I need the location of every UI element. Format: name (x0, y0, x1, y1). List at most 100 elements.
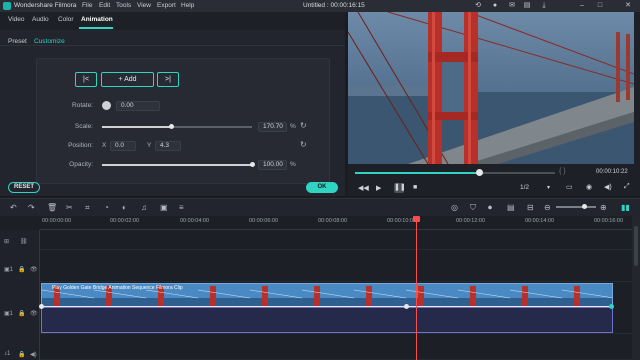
tab-color[interactable]: Color (58, 16, 74, 23)
speed-icon[interactable]: ◔ (104, 203, 109, 212)
redo-icon[interactable]: ↷ (28, 203, 35, 212)
keyframe-dot[interactable] (39, 304, 44, 309)
cart-icon[interactable]: ▤ (523, 2, 531, 10)
lock-icon[interactable]: 🔒 (18, 351, 25, 358)
track-row[interactable] (40, 230, 632, 250)
mic-icon[interactable]: ⏺ (488, 203, 492, 213)
add-track-icon[interactable]: ⊞ (4, 238, 9, 245)
screen-icon[interactable]: ▭ (566, 183, 573, 191)
scale-slider-knob[interactable] (169, 124, 174, 129)
render-icon[interactable]: ◎ (451, 203, 458, 212)
menu-edit[interactable]: Edit (99, 2, 110, 9)
active-tab-indicator (79, 27, 113, 29)
zoom-slider-knob[interactable] (582, 204, 587, 209)
position-x-input[interactable]: 0.0 (110, 141, 136, 151)
sync-icon[interactable]: ⟲ (474, 2, 482, 10)
close-icon[interactable]: ✕ (624, 2, 632, 10)
audio-track-icon: ♪1 (4, 351, 11, 357)
tab-audio[interactable]: Audio (32, 16, 49, 23)
zoom-out-icon[interactable]: ⊖ (544, 203, 551, 212)
minimize-icon[interactable]: – (578, 2, 586, 10)
track-row[interactable] (40, 250, 632, 282)
subtab-customize[interactable]: Customize (34, 38, 65, 45)
link-icon[interactable]: ⛓ (20, 238, 28, 245)
step-back-icon[interactable]: ◀◀ (358, 184, 369, 192)
zoom-slider[interactable] (556, 206, 596, 208)
prev-keyframe-button[interactable]: |< (75, 72, 97, 87)
eye-icon[interactable]: 👁 (30, 266, 38, 273)
mail-icon[interactable]: ✉ (508, 2, 516, 10)
cut-icon[interactable]: ✂ (66, 203, 73, 212)
tab-video[interactable]: Video (8, 16, 25, 23)
menu-file[interactable]: File (82, 2, 92, 9)
ok-button[interactable]: OK (306, 182, 338, 193)
video-clip[interactable]: Play Golden Gate Bridge Animation Sequen… (41, 283, 613, 307)
scale-reset-icon[interactable]: ↻ (300, 121, 307, 130)
volume-icon[interactable]: ◀) (604, 183, 612, 191)
timeline-scrollbar-thumb[interactable] (634, 226, 638, 266)
snapshot-icon[interactable]: ◉ (586, 183, 592, 191)
undo-icon[interactable]: ↶ (10, 203, 17, 212)
tab-animation[interactable]: Animation (81, 16, 113, 23)
stop-icon[interactable]: ■ (413, 184, 417, 191)
quality-select[interactable]: 1/2 (520, 184, 529, 191)
scale-input[interactable]: 170.70 (258, 122, 287, 132)
volume-icon[interactable]: ◀) (30, 351, 37, 358)
ruler-label: 00:00:00:00 (42, 218, 72, 224)
menu-help[interactable]: Help (181, 2, 194, 9)
preview-video[interactable] (348, 12, 634, 164)
position-reset-icon[interactable]: ↻ (300, 140, 307, 149)
filmora-logo-icon (3, 2, 11, 10)
playhead[interactable] (416, 218, 417, 360)
position-y-input[interactable]: 4.3 (155, 141, 181, 151)
account-icon[interactable]: ● (491, 2, 499, 10)
fullscreen-icon[interactable]: ⤢ (624, 183, 630, 191)
ruler-label: 00:00:12:00 (456, 218, 486, 224)
subtab-preset[interactable]: Preset (8, 38, 27, 45)
reset-button[interactable]: RESET (8, 182, 40, 193)
opacity-slider-knob[interactable] (250, 162, 255, 167)
keyframe-dot[interactable] (609, 304, 614, 309)
delete-icon[interactable]: 🗑 (47, 203, 57, 212)
maximize-icon[interactable]: □ (596, 2, 604, 10)
pause-icon[interactable]: ❚❚ (394, 183, 406, 193)
clip-animation-track[interactable] (39, 304, 614, 333)
play-icon[interactable]: ▶ (376, 184, 381, 192)
panel-subtabs: Preset Customize (0, 30, 345, 46)
keyframe-line (42, 306, 614, 307)
time-ruler[interactable]: 00:00:00:00 00:00:02:00 00:00:04:00 00:0… (40, 216, 640, 230)
panel-toggle-icon[interactable]: ▮▮ (621, 203, 630, 212)
quality-dropdown-icon[interactable]: ▾ (547, 184, 550, 191)
opacity-input[interactable]: 100.00 (258, 160, 287, 170)
ruler-label: 00:00:02:00 (110, 218, 140, 224)
preview-scrubber-knob[interactable] (476, 169, 483, 176)
menu-view[interactable]: View (137, 2, 151, 9)
rotate-input[interactable]: 0.00 (116, 101, 160, 111)
ruler-label: 00:00:08:00 (318, 218, 348, 224)
color-icon[interactable]: ◐ (122, 203, 127, 212)
lock-icon[interactable]: 🔒 (18, 266, 25, 273)
audio-icon[interactable]: ♫ (141, 203, 147, 212)
menu-tools[interactable]: Tools (116, 2, 131, 9)
ruler-label: 00:00:14:00 (525, 218, 555, 224)
mark-in-out[interactable]: { } (559, 168, 566, 175)
next-keyframe-button[interactable]: >| (157, 72, 179, 87)
zoom-in-icon[interactable]: ⊕ (600, 203, 607, 212)
keyframe-dot[interactable] (404, 304, 409, 309)
download-icon[interactable]: ⤓ (540, 2, 548, 10)
snap-icon[interactable]: ⊟ (527, 203, 534, 212)
menu-export[interactable]: Export (157, 2, 176, 9)
marker-icon[interactable]: ⛉ (470, 203, 476, 213)
scale-slider-fill (102, 126, 171, 128)
add-keyframe-button[interactable]: + Add (101, 72, 154, 87)
voiceover-icon[interactable]: ▤ (507, 203, 515, 212)
track-row[interactable] (40, 334, 632, 360)
playhead-handle[interactable] (413, 216, 420, 222)
preview-scrubber-fill (355, 172, 479, 174)
rotate-dial-icon[interactable] (102, 101, 111, 110)
adjust-icon[interactable]: ≡ (179, 203, 184, 212)
lock-icon[interactable]: 🔒 (18, 310, 25, 317)
eye-icon[interactable]: 👁 (30, 310, 38, 317)
crop-icon[interactable]: ⌗ (85, 203, 90, 213)
green-screen-icon[interactable]: ▣ (160, 203, 168, 212)
